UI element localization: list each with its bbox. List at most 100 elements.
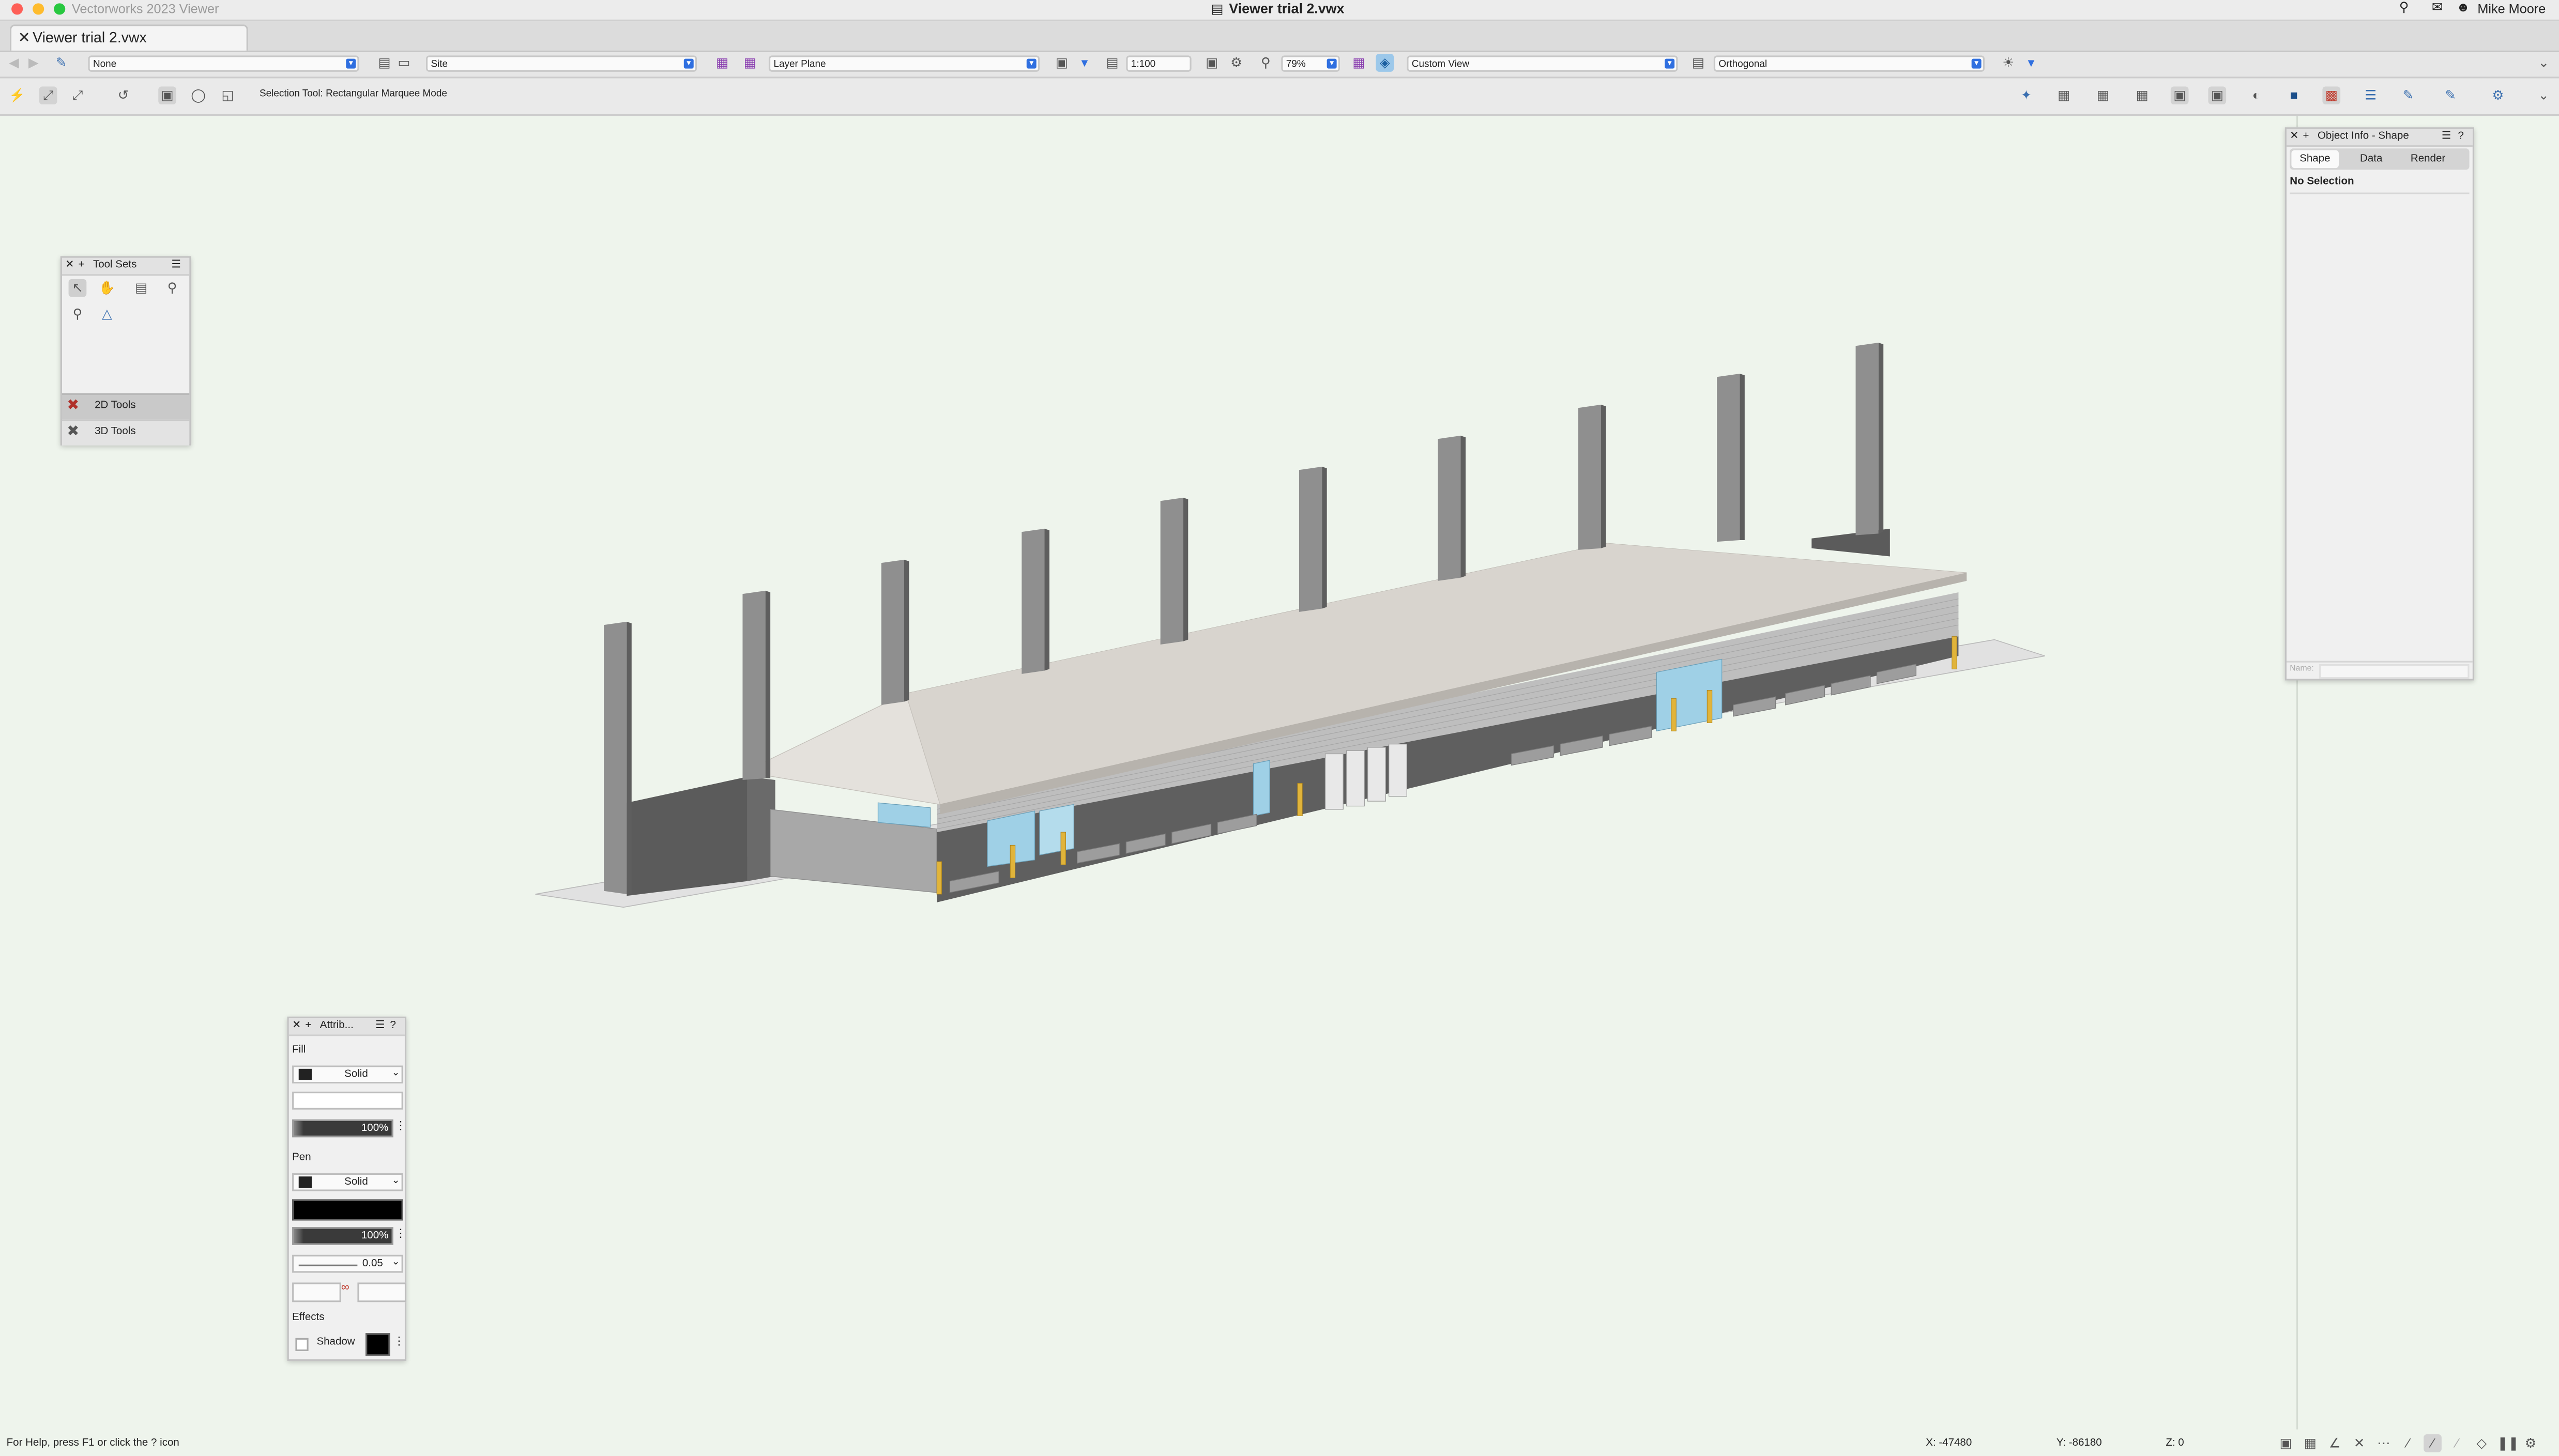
plane-mode-arrow-icon[interactable]: ▾ [1075, 54, 1093, 72]
unrestricted-interactive-scaling-icon[interactable]: ⤢ [69, 86, 87, 104]
palette-menu-icon[interactable]: ☰ [171, 258, 180, 274]
snap-smart-icon[interactable]: ∕ [2448, 1434, 2466, 1452]
measure-tool-icon[interactable]: △ [98, 305, 116, 323]
pan-tool-icon[interactable]: ✋ [98, 279, 116, 297]
forward-arrow-icon[interactable]: ▶ [24, 54, 42, 72]
help-icon[interactable]: ? [390, 1018, 396, 1035]
rotate-mode-icon[interactable]: ↺ [114, 86, 132, 104]
snap-edge-icon[interactable]: ∕ [2424, 1434, 2442, 1452]
projection-dropdown[interactable]: Orthogonal ▾ [1713, 55, 1985, 72]
render-options-arrow-icon[interactable]: ▾ [2022, 54, 2040, 72]
zoom-icon[interactable]: ⚲ [1257, 54, 1275, 72]
close-palette-icon[interactable]: ✕ [292, 1018, 301, 1035]
layers-icon[interactable]: ☰ [2362, 86, 2380, 104]
shadow-more-icon[interactable]: ⋮ [393, 1335, 405, 1348]
mail-icon[interactable]: ✉ [2432, 0, 2443, 14]
layer-icon[interactable]: ▤ [375, 54, 393, 72]
fill-color-well[interactable] [292, 1092, 403, 1110]
snap-distance-icon[interactable]: ⋯ [2374, 1434, 2393, 1452]
lasso-marquee-icon[interactable]: ◯ [189, 86, 207, 104]
fit-to-objects-icon[interactable]: ▣ [1203, 54, 1221, 72]
close-palette-icon[interactable]: ✕ [65, 258, 74, 274]
mode-bar-overflow-icon[interactable]: ⌄ [2535, 86, 2553, 104]
zoom-window-button[interactable] [54, 3, 66, 15]
scale-field[interactable]: 1:100 [1126, 55, 1192, 72]
tool-set-3d[interactable]: ✖ 3D Tools [62, 419, 190, 446]
snap-grid-icon[interactable]: ▦ [2301, 1434, 2319, 1452]
user-icon[interactable]: ☻ [2456, 0, 2470, 14]
disable-interactive-scaling-icon[interactable]: ⚡ [8, 86, 26, 104]
projection-icon[interactable]: ▤ [1689, 54, 1707, 72]
marker-link-icon[interactable]: ∞ [341, 1282, 349, 1294]
shadow-checkbox[interactable] [295, 1338, 309, 1351]
layer-dropdown[interactable]: Site ▾ [425, 55, 697, 72]
pen-style-dropdown[interactable]: Solid ⌄ [292, 1173, 403, 1191]
snap-to-intersection-icon[interactable]: ▣ [2170, 86, 2189, 105]
close-window-button[interactable] [11, 3, 23, 15]
snap-to-grid-icon[interactable]: ▦ [2055, 86, 2073, 104]
tab-render[interactable]: Render [2411, 150, 2445, 168]
end-marker-field[interactable] [357, 1282, 407, 1302]
palette-menu-icon[interactable]: ☰ [2442, 129, 2451, 145]
pin-palette-icon[interactable]: + [79, 258, 85, 274]
snap-to-object-icon[interactable]: ✦ [2017, 86, 2035, 104]
pause-icon[interactable]: ❚❚ [2497, 1434, 2519, 1452]
help-icon[interactable]: ? [2458, 129, 2463, 145]
zoom-tool-icon[interactable]: ⚲ [163, 279, 181, 297]
zoom-selection-icon[interactable]: ⚙ [1227, 54, 1245, 72]
settings-gear-icon[interactable]: ⚙ [2522, 1434, 2540, 1452]
layer-visibility-icon[interactable]: ▭ [395, 54, 413, 72]
flyover-tool-icon[interactable]: ▤ [132, 279, 150, 297]
snap-to-angle-icon[interactable]: ▦ [2094, 86, 2112, 104]
close-palette-icon[interactable]: ✕ [2290, 129, 2298, 145]
selection-tool-icon[interactable]: ↖ [68, 279, 87, 297]
annotation-icon[interactable]: ✎ [2442, 86, 2460, 104]
snap-intersection-icon[interactable]: ✕ [2350, 1434, 2368, 1452]
view-dropdown[interactable]: Custom View ▾ [1407, 55, 1678, 72]
tab-data[interactable]: Data [2360, 150, 2382, 168]
palette-menu-icon[interactable]: ☰ [375, 1018, 385, 1035]
close-tab-icon[interactable]: ✕ [18, 26, 31, 51]
snap-box-icon[interactable]: ▣ [2277, 1434, 2295, 1452]
fill-opacity-field[interactable]: 100% [292, 1119, 393, 1138]
zoom-dropdown[interactable]: 79% ▾ [1281, 55, 1340, 72]
tab-shape[interactable]: Shape [2291, 150, 2339, 168]
shadow-color-well[interactable] [365, 1333, 390, 1356]
snap-tangent-icon[interactable]: ∕ [2399, 1434, 2417, 1452]
polygon-marquee-icon[interactable]: ◱ [219, 86, 237, 104]
flyover-icon[interactable]: ◈ [1376, 54, 1394, 72]
pen-more-icon[interactable]: ⋮ [395, 1227, 406, 1240]
line-markers-row[interactable]: ∞ [292, 1282, 407, 1302]
navigation-grid-icon[interactable]: ▦ [713, 54, 732, 72]
plane-dropdown[interactable]: Layer Plane ▾ [768, 55, 1040, 72]
single-object-interactive-scaling-icon[interactable]: ⤢ [39, 86, 57, 105]
class-dropdown[interactable]: None ▾ [88, 55, 359, 72]
start-marker-field[interactable] [292, 1282, 341, 1302]
user-name[interactable]: Mike Moore [2477, 2, 2546, 16]
scale-icon[interactable]: ▤ [1103, 54, 1121, 72]
gear-icon[interactable]: ⚙ [2489, 86, 2507, 104]
line-weight-dropdown[interactable]: 0.05 ⌄ [292, 1254, 403, 1273]
minimize-window-button[interactable] [33, 3, 44, 15]
search-icon[interactable]: ⚲ [2399, 0, 2409, 14]
working-plane-snap-icon[interactable]: ◇ [2473, 1434, 2491, 1452]
section-marker-icon[interactable]: ▩ [2322, 86, 2341, 105]
pin-palette-icon[interactable]: + [305, 1018, 311, 1035]
class-icon[interactable]: ✎ [52, 54, 70, 72]
name-input[interactable] [2319, 664, 2470, 679]
unified-view-icon[interactable]: ▦ [1350, 54, 1368, 72]
working-plane-icon[interactable]: ▣ [1053, 54, 1071, 72]
rectangular-marquee-icon[interactable]: ▣ [158, 86, 176, 105]
fill-more-icon[interactable]: ⋮ [395, 1120, 406, 1132]
pin-palette-icon[interactable]: + [2303, 129, 2309, 145]
tool-set-2d[interactable]: ✖ 2D Tools [62, 393, 190, 420]
walkthrough-tool-icon[interactable]: ⚲ [69, 305, 87, 323]
snap-angle-icon[interactable]: ∠ [2326, 1434, 2344, 1452]
contrast-icon[interactable]: ◐ [2247, 86, 2265, 104]
render-mode-icon[interactable]: ☀ [1999, 54, 2017, 72]
brush-icon[interactable]: ✎ [2399, 86, 2417, 104]
fill-style-dropdown[interactable]: Solid ⌄ [292, 1065, 403, 1084]
cube-icon[interactable]: ■ [2285, 86, 2303, 104]
view-bar-overflow-icon[interactable]: ⌄ [2535, 54, 2553, 72]
back-arrow-icon[interactable]: ◀ [5, 54, 23, 72]
